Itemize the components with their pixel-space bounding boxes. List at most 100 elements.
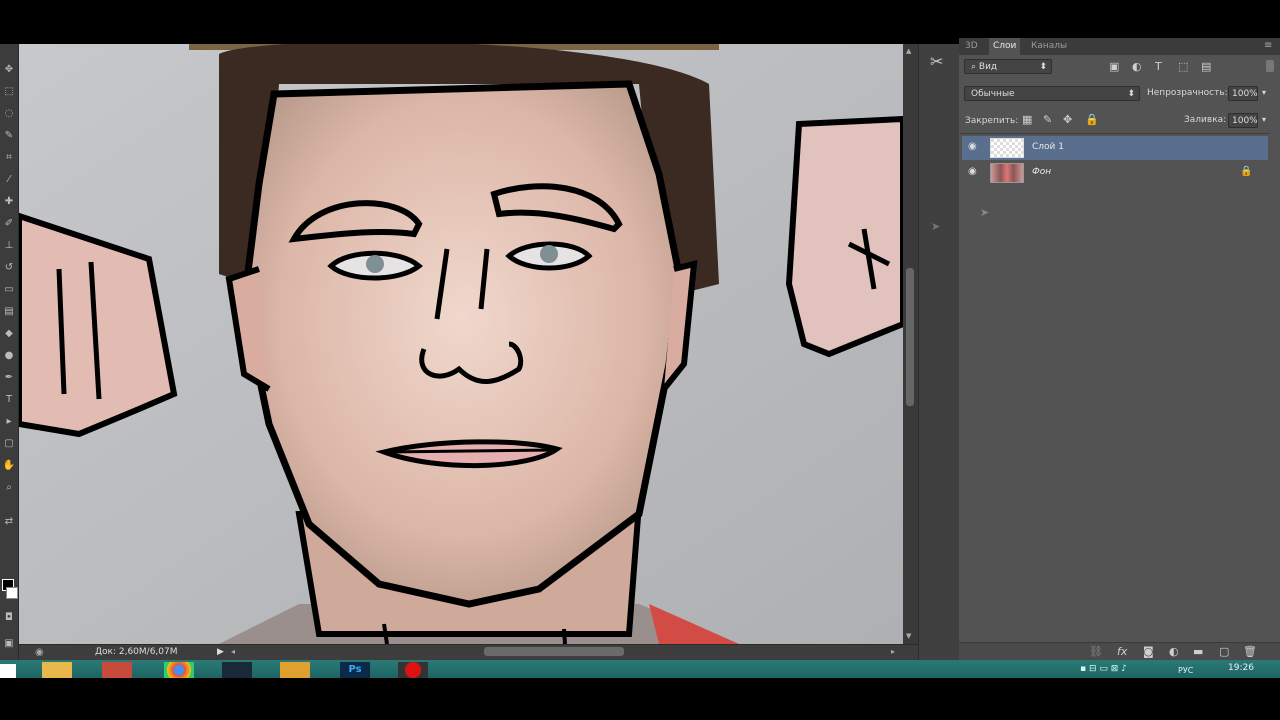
lock-label: Закрепить: xyxy=(965,116,1019,126)
recorder-icon[interactable] xyxy=(398,662,428,678)
lasso-tool-icon[interactable]: ◌ xyxy=(2,106,16,120)
visibility-eye-icon[interactable]: ◉ xyxy=(968,166,977,177)
new-group-folder-icon[interactable]: ▬ xyxy=(1193,646,1203,658)
layer-name[interactable]: Слой 1 xyxy=(1032,142,1064,152)
chevron-updown-icon: ⬍ xyxy=(1127,89,1135,99)
scroll-down-icon[interactable]: ▼ xyxy=(906,632,911,640)
dodge-tool-icon[interactable]: ● xyxy=(2,348,16,362)
quick-select-icon[interactable]: ✎ xyxy=(2,128,16,142)
tab-3d[interactable]: 3D xyxy=(961,38,982,55)
filter-smart-object-icon[interactable]: ▤ xyxy=(1201,61,1211,73)
eyedropper-icon[interactable]: ⁄ xyxy=(2,172,16,186)
opacity-dropdown-icon[interactable]: ▾ xyxy=(1262,88,1266,97)
new-layer-icon[interactable]: ▢ xyxy=(1219,646,1229,658)
search-icon: ⌕ xyxy=(971,62,979,72)
media-app-icon[interactable] xyxy=(102,662,132,678)
crop-tool-icon[interactable]: ⌗ xyxy=(2,150,16,164)
document-size-label: Док: 2,60M/6,07M xyxy=(95,647,178,657)
stamp-tool-icon[interactable]: ⊥ xyxy=(2,238,16,252)
path-select-icon[interactable]: ▸ xyxy=(2,414,16,428)
tab-layers[interactable]: Слои xyxy=(989,38,1021,55)
opacity-label: Непрозрачность: xyxy=(1147,88,1228,98)
clock-time[interactable]: 19:26 xyxy=(1228,663,1254,673)
filter-pixel-icon[interactable]: ▣ xyxy=(1109,61,1119,73)
opacity-input[interactable]: 100% xyxy=(1228,86,1258,101)
fill-dropdown-icon[interactable]: ▾ xyxy=(1262,115,1266,124)
add-mask-icon[interactable]: ◙ xyxy=(1143,646,1154,658)
move-tool-icon[interactable]: ✥ xyxy=(2,62,16,76)
collapsed-panel-strip: ✂ ➤ xyxy=(918,44,960,660)
shape-tool-icon[interactable]: ▢ xyxy=(2,436,16,450)
filter-type-icon[interactable]: T xyxy=(1155,61,1162,73)
layer-filter-select[interactable]: ⌕ Вид ⬍ xyxy=(964,59,1052,74)
blur-tool-icon[interactable]: ◆ xyxy=(2,326,16,340)
divider xyxy=(960,133,1270,134)
adjustment-layer-icon[interactable]: ◐ xyxy=(1169,646,1179,658)
app-icon[interactable] xyxy=(280,662,310,678)
lock-all-icon[interactable]: 🔒 xyxy=(1085,114,1099,126)
tools-options-icon[interactable]: ✂ xyxy=(930,52,943,71)
panel-menu-icon[interactable]: ≡ xyxy=(1264,40,1272,51)
scroll-left-icon[interactable]: ◂ xyxy=(231,647,235,656)
layer-row-background[interactable]: ◉ Фон 🔒 xyxy=(962,161,1268,185)
blend-mode-value: Обычные xyxy=(971,89,1015,99)
filter-shape-icon[interactable]: ⬚ xyxy=(1178,61,1188,73)
swap-colors-icon[interactable]: ⇄ xyxy=(2,514,16,528)
status-expand-icon[interactable]: ▶ xyxy=(217,647,224,657)
horizontal-scroll-thumb[interactable] xyxy=(484,647,624,656)
photoshop-icon[interactable]: Ps xyxy=(340,662,370,678)
vertical-scroll-thumb[interactable] xyxy=(906,268,914,406)
filter-kind-value: Вид xyxy=(978,62,998,72)
fx-icon[interactable]: fx xyxy=(1117,646,1127,658)
lock-position-icon[interactable]: ✥ xyxy=(1063,114,1072,126)
start-button-icon[interactable] xyxy=(0,664,16,678)
blend-mode-select[interactable]: Обычные ⬍ xyxy=(964,86,1140,101)
healing-brush-icon[interactable]: ✚ xyxy=(2,194,16,208)
file-explorer-icon[interactable] xyxy=(42,662,72,678)
filter-toggle[interactable] xyxy=(1266,60,1274,72)
brush-tool-icon[interactable]: ✐ xyxy=(2,216,16,230)
layers-panel xyxy=(959,38,1280,660)
visibility-eye-icon[interactable]: ◉ xyxy=(968,141,977,152)
canvas-image xyxy=(19,44,903,644)
system-tray-icons[interactable]: ▪ ⊟ ▭ ⊠ ♪ xyxy=(1080,664,1127,674)
steam-icon[interactable] xyxy=(222,662,252,678)
tab-channels[interactable]: Каналы xyxy=(1027,38,1071,55)
lock-pixels-icon[interactable]: ✎ xyxy=(1043,114,1052,126)
document-canvas[interactable] xyxy=(19,44,903,644)
chrome-icon[interactable] xyxy=(164,662,194,678)
layer-name[interactable]: Фон xyxy=(1032,167,1051,177)
type-tool-icon[interactable]: T xyxy=(2,392,16,406)
history-brush-icon[interactable]: ↺ xyxy=(2,260,16,274)
lock-transparency-icon[interactable]: ▦ xyxy=(1022,114,1032,126)
layer-row-layer1[interactable]: ◉ Слой 1 xyxy=(962,136,1268,160)
scroll-right-icon[interactable]: ▸ xyxy=(891,647,895,656)
scroll-up-icon[interactable]: ▲ xyxy=(906,47,911,55)
background-color-swatch[interactable] xyxy=(6,587,18,599)
lock-icon: 🔒 xyxy=(1240,166,1253,177)
tools-panel: ✥ ⬚ ◌ ✎ ⌗ ⁄ ✚ ✐ ⊥ ↺ ▭ ▤ ◆ ● ✒ T ▸ ▢ ✋ ⌕ … xyxy=(0,44,19,660)
cursor-icon: ➤ xyxy=(931,220,941,233)
zoom-tool-icon[interactable]: ⌕ xyxy=(2,480,16,494)
hand-tool-icon[interactable]: ✋ xyxy=(2,458,16,472)
status-bar: ◉ Док: 2,60M/6,07M ▶ ◂ ▸ xyxy=(19,644,918,661)
status-menu-icon[interactable]: ◉ xyxy=(35,647,44,658)
panel-tabs: 3D Слои Каналы ≡ xyxy=(959,38,1280,55)
screen-mode-icon[interactable]: ▣ xyxy=(2,636,16,650)
layer-thumbnail xyxy=(990,138,1024,158)
eraser-tool-icon[interactable]: ▭ xyxy=(2,282,16,296)
layer-thumbnail xyxy=(990,163,1024,183)
pen-tool-icon[interactable]: ✒ xyxy=(2,370,16,384)
trash-icon[interactable]: 🗑 xyxy=(1243,646,1257,658)
filter-adjustment-icon[interactable]: ◐ xyxy=(1132,61,1142,73)
fill-input[interactable]: 100% xyxy=(1228,113,1258,128)
link-layers-icon[interactable]: ⛓ xyxy=(1089,646,1103,658)
language-indicator[interactable]: РУС xyxy=(1178,666,1193,675)
marquee-tool-icon[interactable]: ⬚ xyxy=(2,84,16,98)
gradient-tool-icon[interactable]: ▤ xyxy=(2,304,16,318)
quick-mask-icon[interactable]: ◘ xyxy=(2,610,16,624)
layers-bottom-toolbar: ⛓ fx ◙ ◐ ▬ ▢ 🗑 xyxy=(959,642,1280,661)
chevron-updown-icon: ⬍ xyxy=(1039,62,1047,72)
fill-label: Заливка: xyxy=(1184,115,1227,125)
mouse-cursor-icon: ➤ xyxy=(980,206,990,219)
